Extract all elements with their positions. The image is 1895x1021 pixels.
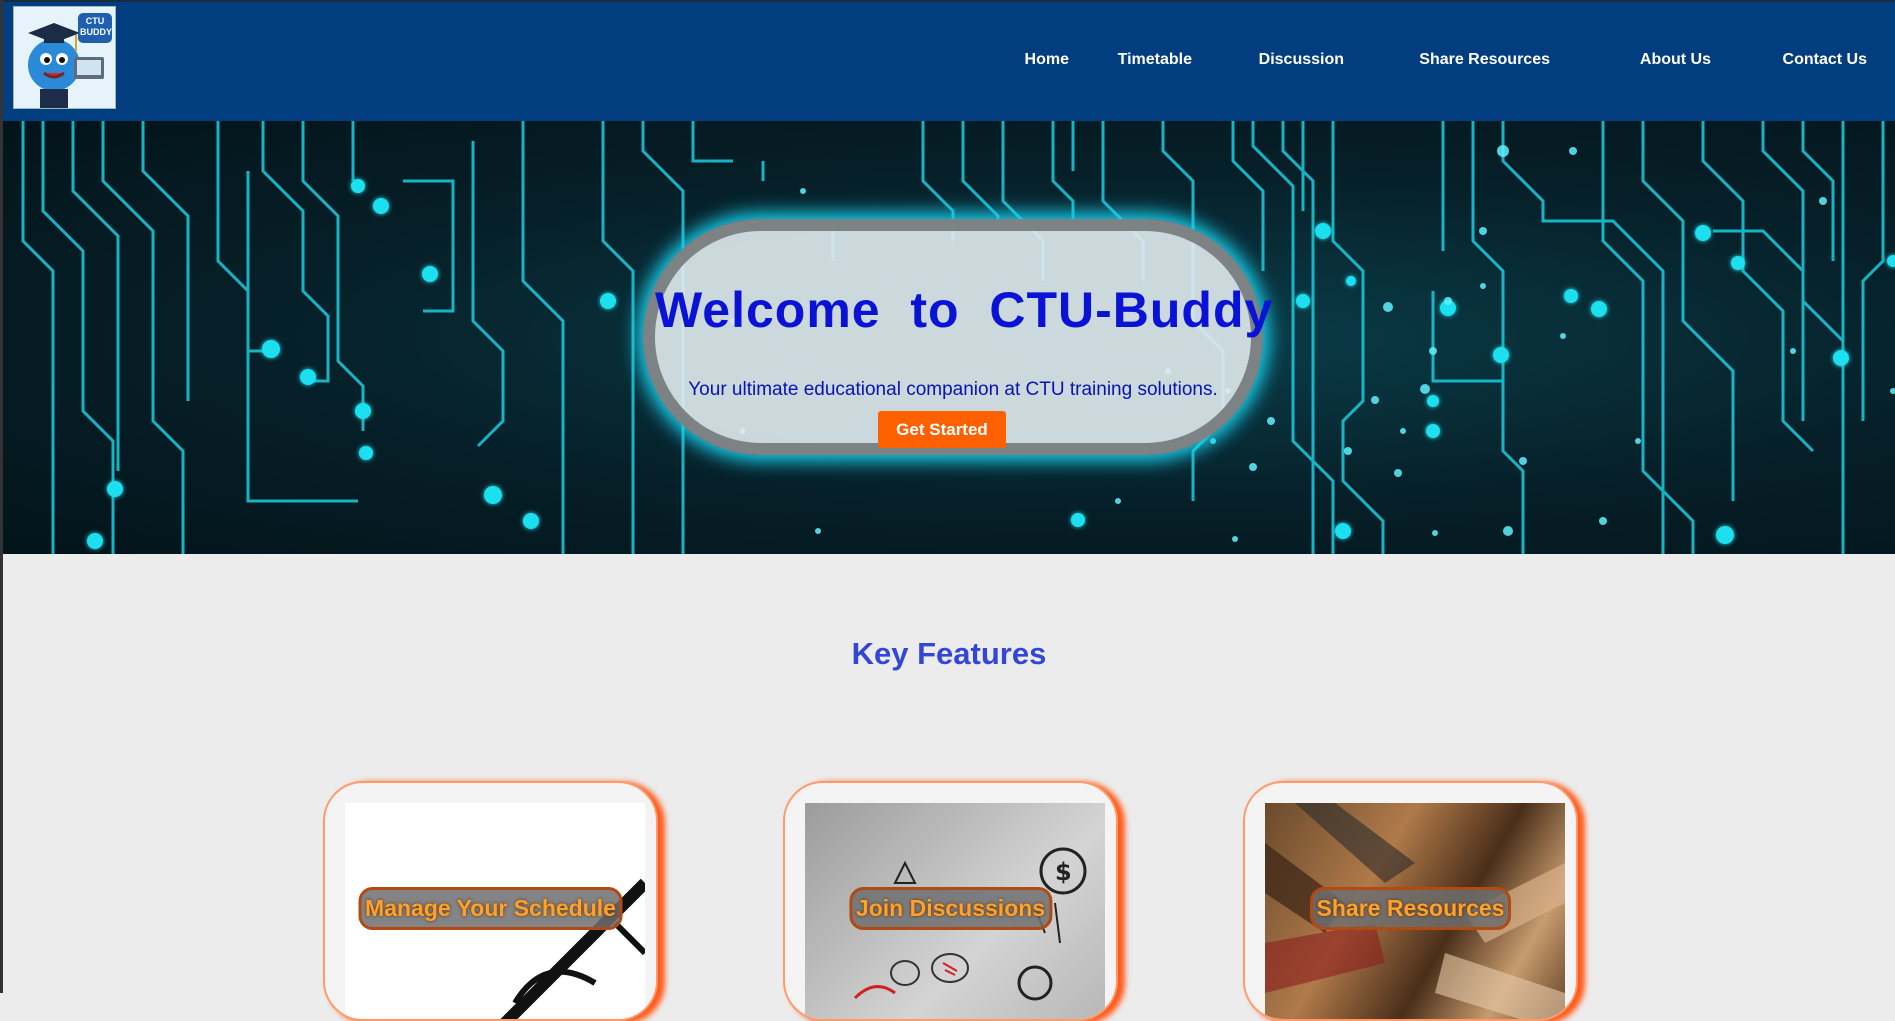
ctu-buddy-logo[interactable]: CTU BUDDY (13, 6, 116, 109)
logo-text-line2: BUDDY (80, 27, 113, 37)
card-label-resources: Share Resources (1309, 887, 1512, 930)
nav-share-resources[interactable]: Share Resources (1419, 51, 1550, 69)
nav-home[interactable]: Home (1025, 51, 1069, 69)
get-started-button[interactable]: Get Started (878, 411, 1006, 448)
card-label-schedule: Manage Your Schedule (358, 887, 623, 930)
logo-text-line1: CTU (85, 16, 105, 26)
hero-title: Welcome to CTU-Buddy (655, 282, 1274, 338)
svg-text:$: $ (1055, 858, 1072, 886)
nav-discussion[interactable]: Discussion (1259, 51, 1344, 69)
hero-banner: Welcome to CTU-Buddy Your ultimate educa… (3, 121, 1895, 554)
feature-card-discussions[interactable]: $ Join Discussions (783, 781, 1118, 1021)
key-features-heading: Key Features (851, 636, 1047, 671)
nav-contact-us[interactable]: Contact Us (1783, 51, 1867, 69)
logo-text: CTU BUDDY (80, 16, 113, 38)
nav-timetable[interactable]: Timetable (1118, 51, 1192, 69)
feature-card-resources[interactable]: Share Resources (1243, 781, 1578, 1021)
feature-card-schedule[interactable]: Manage Your Schedule (323, 781, 658, 1021)
hero-subtitle: Your ultimate educational companion at C… (688, 379, 1218, 400)
card-label-discussions: Join Discussions (848, 887, 1053, 930)
nav-about-us[interactable]: About Us (1640, 51, 1711, 69)
site-header: CTU BUDDY Home Timetable Discussion Shar… (3, 0, 1895, 121)
